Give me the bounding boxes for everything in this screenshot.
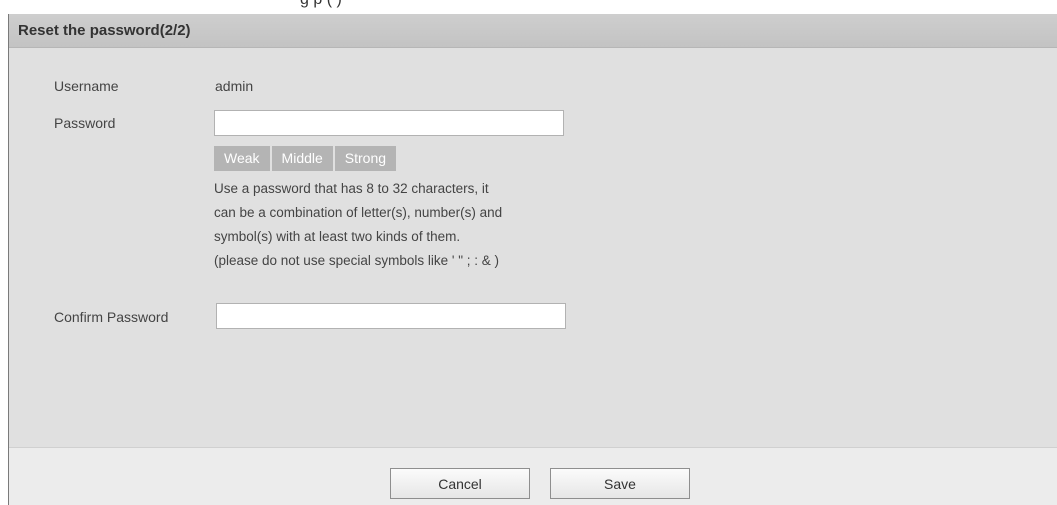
cancel-button[interactable]: Cancel — [390, 468, 530, 499]
dialog-title-bar: Reset the password(2/2) — [9, 14, 1057, 48]
hint-line: symbol(s) with at least two kinds of the… — [214, 229, 461, 244]
save-button[interactable]: Save — [550, 468, 690, 499]
password-hint: Use a password that has 8 to 32 characte… — [214, 177, 594, 273]
reset-password-dialog: Reset the password(2/2) Username admin P… — [8, 14, 1057, 505]
password-strength-meter: Weak Middle Strong — [214, 146, 398, 171]
hint-line: can be a combination of letter(s), numbe… — [214, 205, 503, 220]
username-label: Username — [54, 78, 119, 94]
strength-weak: Weak — [214, 146, 270, 171]
dialog-title: Reset the password(2/2) — [18, 22, 191, 39]
password-input[interactable] — [214, 110, 564, 136]
top-caption-text: g p ( ) — [300, 0, 342, 9]
dialog-footer: Cancel Save — [9, 447, 1057, 505]
strength-strong: Strong — [334, 146, 397, 171]
password-label: Password — [54, 115, 116, 131]
confirm-password-label: Confirm Password — [54, 309, 169, 325]
confirm-password-input[interactable] — [216, 303, 566, 329]
top-caption: g p ( ) — [0, 0, 1057, 14]
hint-line: (please do not use special symbols like … — [214, 253, 499, 268]
strength-middle: Middle — [271, 146, 333, 171]
username-value: admin — [215, 78, 254, 94]
hint-line: Use a password that has 8 to 32 characte… — [214, 181, 489, 196]
